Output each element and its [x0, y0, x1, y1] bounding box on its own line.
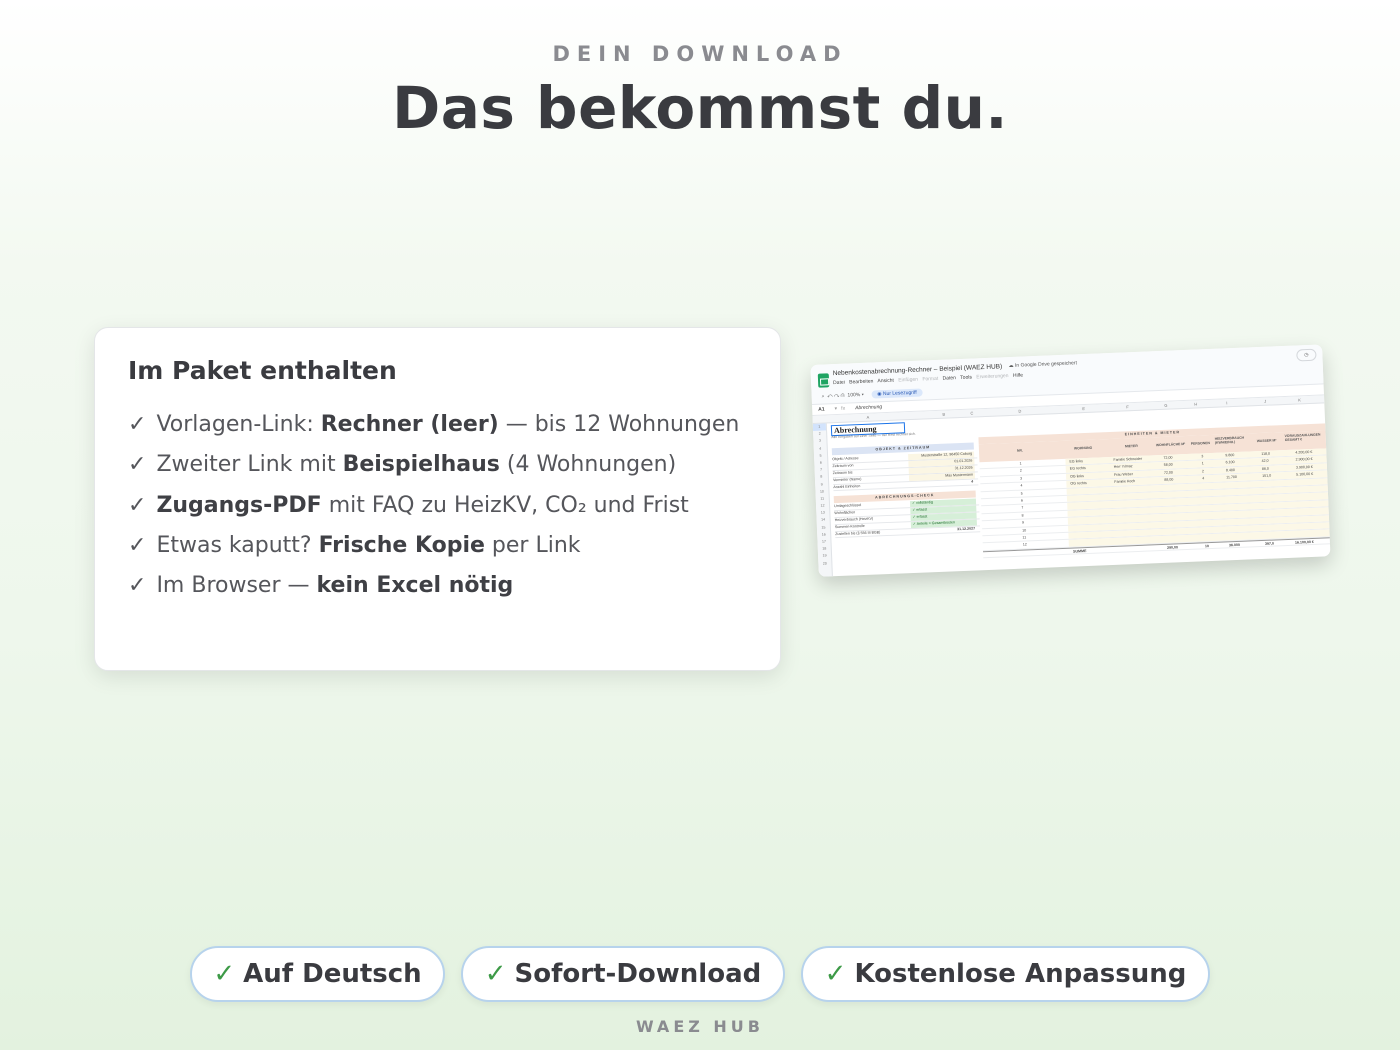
check-icon: ✓ [128, 573, 147, 599]
card-title: Im Paket enthalten [128, 356, 397, 385]
check-icon: ✓ [128, 412, 147, 437]
sheets-logo-icon [817, 373, 830, 388]
spreadsheet-screenshot: Nebenkostenabrechnung-Rechner – Beispiel… [810, 344, 1331, 577]
search-icon: ⌕ [821, 393, 825, 400]
list-item: ✓ Vorlagen-Link: Rechner (leer) — bis 12 … [128, 412, 740, 437]
row-numbers: 1 2 3 4 5 6 7 8 9 10 11 12 13 14 15 16 17 18 19 20 [812, 423, 833, 577]
sheet-body: 1 2 3 4 5 6 7 8 9 10 11 12 13 14 15 16 17 18 19 20 Abrechnu… [812, 403, 1331, 577]
units-table: EINHEITEN & MIETER NR. WOHNUNG MIETER WO… [978, 423, 1331, 562]
page-title: Das bekommst du. [392, 74, 1008, 142]
spreadsheet-preview: Nebenkostenabrechnung-Rechner – Beispiel… [810, 344, 1331, 580]
history-icon: ◷ [1296, 348, 1317, 362]
list-item: ✓ Etwas kaputt? Frische Kopie per Link [128, 532, 581, 558]
eyebrow: DEIN DOWNLOAD [552, 42, 848, 66]
badge-instant-download: ✓ Sofort-Download [461, 946, 785, 1002]
check-icon: ✓ [213, 959, 236, 989]
feature-badges: ✓ Auf Deutsch ✓ Sofort-Download ✓ Kostenlos… [0, 946, 1400, 1004]
brand-footer: WAEZ HUB [636, 1017, 764, 1036]
check-icon: ✓ [824, 959, 847, 989]
units-rows: 1 EG links Familie Schneider 72,00 3 9.800 118… [979, 448, 1331, 559]
check-icon: ✓ [484, 959, 507, 989]
list-item: ✓ Zweiter Link mit Beispielhaus (4 Wohnun… [128, 452, 677, 478]
package-list: ✓ Vorlagen-Link: Rechner (leer) — bis 12 … [128, 405, 747, 606]
check-icon: ✓ [128, 452, 147, 478]
readonly-badge: ◉ Nur Lesezugriff [871, 388, 923, 399]
package-card: Im Paket enthalten ✓ Vorlagen-Link: Rechn… [94, 327, 781, 671]
badge-free-customization: ✓ Kostenlose Anpassung [801, 946, 1210, 1002]
check-icon: ✓ [128, 492, 147, 518]
saved-status: ☁ In Google Drive gespeichert [1008, 360, 1078, 370]
check-rows: Umlageschlüssel ✓ vollständig Wohnflächen… [834, 498, 981, 539]
list-item: ✓ Zugangs-PDF mit FAQ zu HeizKV, CO₂ und … [128, 492, 689, 518]
object-rows: Objekt / Adresse Musterstraße 12, 96450 C… [832, 451, 979, 492]
sheets-tools: ⌕ ↶ ↷ ⎙ 100% ▾ ◉ Nur Lesezugriff [821, 388, 923, 401]
check-icon: ✓ [128, 532, 147, 558]
badge-german: ✓ Auf Deutsch [190, 946, 445, 1002]
list-item: ✓ Im Browser — kein Excel nötig [128, 573, 514, 599]
